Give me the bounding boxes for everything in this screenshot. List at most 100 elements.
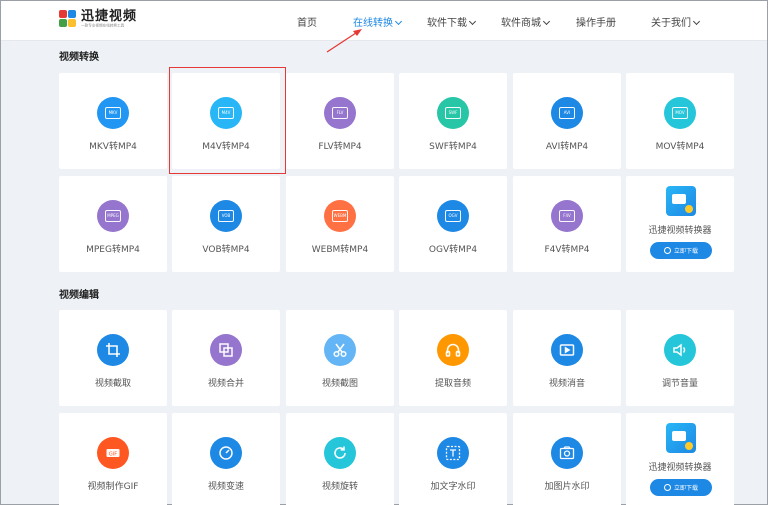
section-title-edit: 视频编辑: [59, 290, 99, 301]
card-label: MPEG转MP4: [86, 245, 140, 255]
logo-icon: [59, 10, 77, 28]
convert-card-webm[interactable]: WEBM WEBM转MP4: [286, 176, 394, 272]
card-label: 视频消音: [548, 379, 585, 389]
format-badge: F4V: [559, 210, 575, 222]
convert-card-mpeg[interactable]: MPEG MPEG转MP4: [59, 176, 167, 272]
card-label: 提取音频: [434, 379, 471, 389]
card-label: 加图片水印: [544, 482, 590, 492]
download-icon: [663, 484, 671, 491]
video-format-icon: MOV: [664, 97, 696, 129]
annotation-highlight-box: [169, 67, 286, 174]
edit-card-5[interactable]: 调节音量: [626, 310, 734, 406]
edit-card-6[interactable]: GIF 视频制作GIF: [59, 413, 167, 505]
volume-icon: [664, 334, 696, 366]
edit-card-9[interactable]: 加文字水印: [399, 413, 507, 505]
card-label: 视频截图: [321, 379, 358, 389]
download-button-label: 立即下载: [673, 485, 698, 492]
card-label: 迅捷视频转换器: [648, 463, 712, 473]
edit-card-1[interactable]: 视频合并: [172, 310, 280, 406]
annotation-arrow: [323, 25, 365, 59]
chevron-down-icon: [394, 17, 403, 26]
nav-item-label: 关于我们: [651, 18, 691, 29]
card-label: FLV转MP4: [318, 142, 362, 152]
merge-icon: [210, 334, 242, 366]
card-label: AVI转MP4: [545, 142, 589, 152]
card-label: F4V转MP4: [544, 245, 590, 255]
text-watermark-icon: [437, 437, 469, 469]
brand-logo[interactable]: 迅捷视频 一款专业视频在线转换工具: [59, 10, 137, 28]
download-now-button[interactable]: 立即下载: [650, 479, 712, 496]
card-label: 迅捷视频转换器: [648, 226, 712, 236]
convert-card-ogv[interactable]: OGV OGV转MP4: [399, 176, 507, 272]
edit-card-0[interactable]: 视频截取: [59, 310, 167, 406]
card-label: 调节音量: [661, 379, 698, 389]
card-label: 视频截取: [94, 379, 131, 389]
edit-card-8[interactable]: 视频旋转: [286, 413, 394, 505]
convert-card-flv[interactable]: FLV FLV转MP4: [286, 73, 394, 169]
card-label: 加文字水印: [430, 482, 476, 492]
promo-card: 迅捷视频转换器立即下载: [626, 176, 734, 272]
download-button-label: 立即下载: [673, 248, 698, 255]
card-label: 视频变速: [207, 482, 244, 492]
edit-card-2[interactable]: 视频截图: [286, 310, 394, 406]
video-format-icon: MKV: [97, 97, 129, 129]
nav-item-label: 首页: [297, 18, 317, 29]
nav-item-3[interactable]: 软件商城: [501, 14, 551, 29]
convert-card-mov[interactable]: MOV MOV转MP4: [626, 73, 734, 169]
convert-card-vob[interactable]: VOB VOB转MP4: [172, 176, 280, 272]
nav-item-label: 软件商城: [501, 18, 541, 29]
card-label: 视频制作GIF: [87, 482, 139, 492]
format-badge: WEBM: [332, 210, 348, 222]
card-label: 视频旋转: [321, 482, 358, 492]
convert-card-mkv[interactable]: MKV MKV转MP4: [59, 73, 167, 169]
edit-card-4[interactable]: 视频消音: [513, 310, 621, 406]
edit-card-3[interactable]: 提取音频: [399, 310, 507, 406]
video-play-icon: [551, 334, 583, 366]
download-icon: [663, 247, 671, 254]
scissors-icon: [324, 334, 356, 366]
card-label: SWF转MP4: [429, 142, 477, 152]
convert-card-swf[interactable]: SWF SWF转MP4: [399, 73, 507, 169]
converter-app-icon: [666, 186, 696, 216]
gif-icon: GIF: [97, 437, 129, 469]
crop-icon: [97, 334, 129, 366]
video-format-icon: OGV: [437, 200, 469, 232]
image-watermark-icon: [551, 437, 583, 469]
format-badge: SWF: [445, 107, 461, 119]
video-format-icon: SWF: [437, 97, 469, 129]
card-label: WEBM转MP4: [311, 245, 369, 255]
brand-name: 迅捷视频: [81, 9, 138, 24]
card-label: OGV转MP4: [428, 245, 478, 255]
video-format-icon: VOB: [210, 200, 242, 232]
nav-item-4[interactable]: 操作手册: [576, 14, 616, 29]
format-badge: VOB: [218, 210, 234, 222]
video-format-icon: MPEG: [97, 200, 129, 232]
format-badge: FLV: [332, 107, 348, 119]
chevron-down-icon: [692, 17, 701, 26]
nav-item-2[interactable]: 软件下载: [427, 14, 477, 29]
card-label: MKV转MP4: [89, 142, 137, 152]
card-label: VOB转MP4: [202, 245, 250, 255]
format-badge: MPEG: [105, 210, 121, 222]
video-format-icon: WEBM: [324, 200, 356, 232]
format-badge: MOV: [672, 107, 688, 119]
rotate-icon: [324, 437, 356, 469]
format-badge: AVI: [559, 107, 575, 119]
edit-card-7[interactable]: 视频变速: [172, 413, 280, 505]
download-now-button[interactable]: 立即下载: [650, 242, 712, 259]
nav-item-label: 操作手册: [576, 18, 616, 29]
video-format-icon: F4V: [551, 200, 583, 232]
headphones-icon: [437, 334, 469, 366]
edit-card-10[interactable]: 加图片水印: [513, 413, 621, 505]
brand-slogan: 一款专业视频在线转换工具: [81, 23, 125, 28]
card-label: 视频合并: [207, 379, 244, 389]
card-label: MOV转MP4: [655, 142, 705, 152]
speedometer-icon: [210, 437, 242, 469]
chevron-down-icon: [542, 17, 551, 26]
video-format-icon: FLV: [324, 97, 356, 129]
convert-card-f4v[interactable]: F4V F4V转MP4: [513, 176, 621, 272]
nav-item-5[interactable]: 关于我们: [651, 14, 701, 29]
convert-card-avi[interactable]: AVI AVI转MP4: [513, 73, 621, 169]
svg-text:GIF: GIF: [109, 451, 117, 457]
nav-item-0[interactable]: 首页: [297, 14, 317, 29]
